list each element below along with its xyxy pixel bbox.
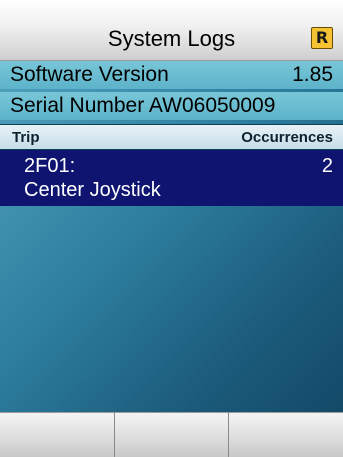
page-title: System Logs [107,26,236,51]
softkey-left[interactable] [0,412,115,457]
table-header: Trip Occurrences [0,124,343,150]
trip-code: 2F01: [24,155,76,177]
table-row[interactable]: 2F01: 2 Center Joystick [0,150,343,206]
occurrence-count: 2 [321,155,333,177]
column-header-trip: Trip [12,129,40,146]
trip-description: Center Joystick [24,179,161,201]
title-bar: System Logs R [0,0,343,61]
softkey-right[interactable] [229,412,343,457]
software-version-label: Software Version [10,63,169,86]
column-header-occurrences: Occurrences [241,129,333,146]
serial-number-row: Serial Number AW06050009 [0,92,343,120]
software-version-value: 1.85 [292,63,333,86]
softkey-bar [0,412,343,457]
software-version-row: Software Version 1.85 [0,61,343,89]
system-logs-screen: System Logs R Software Version 1.85 Seri… [0,0,343,457]
r-badge-icon: R [311,27,333,49]
serial-number-value: AW06050009 [148,94,276,117]
softkey-center[interactable] [114,412,230,457]
serial-number-label: Serial Number AW06050009 [10,94,276,117]
